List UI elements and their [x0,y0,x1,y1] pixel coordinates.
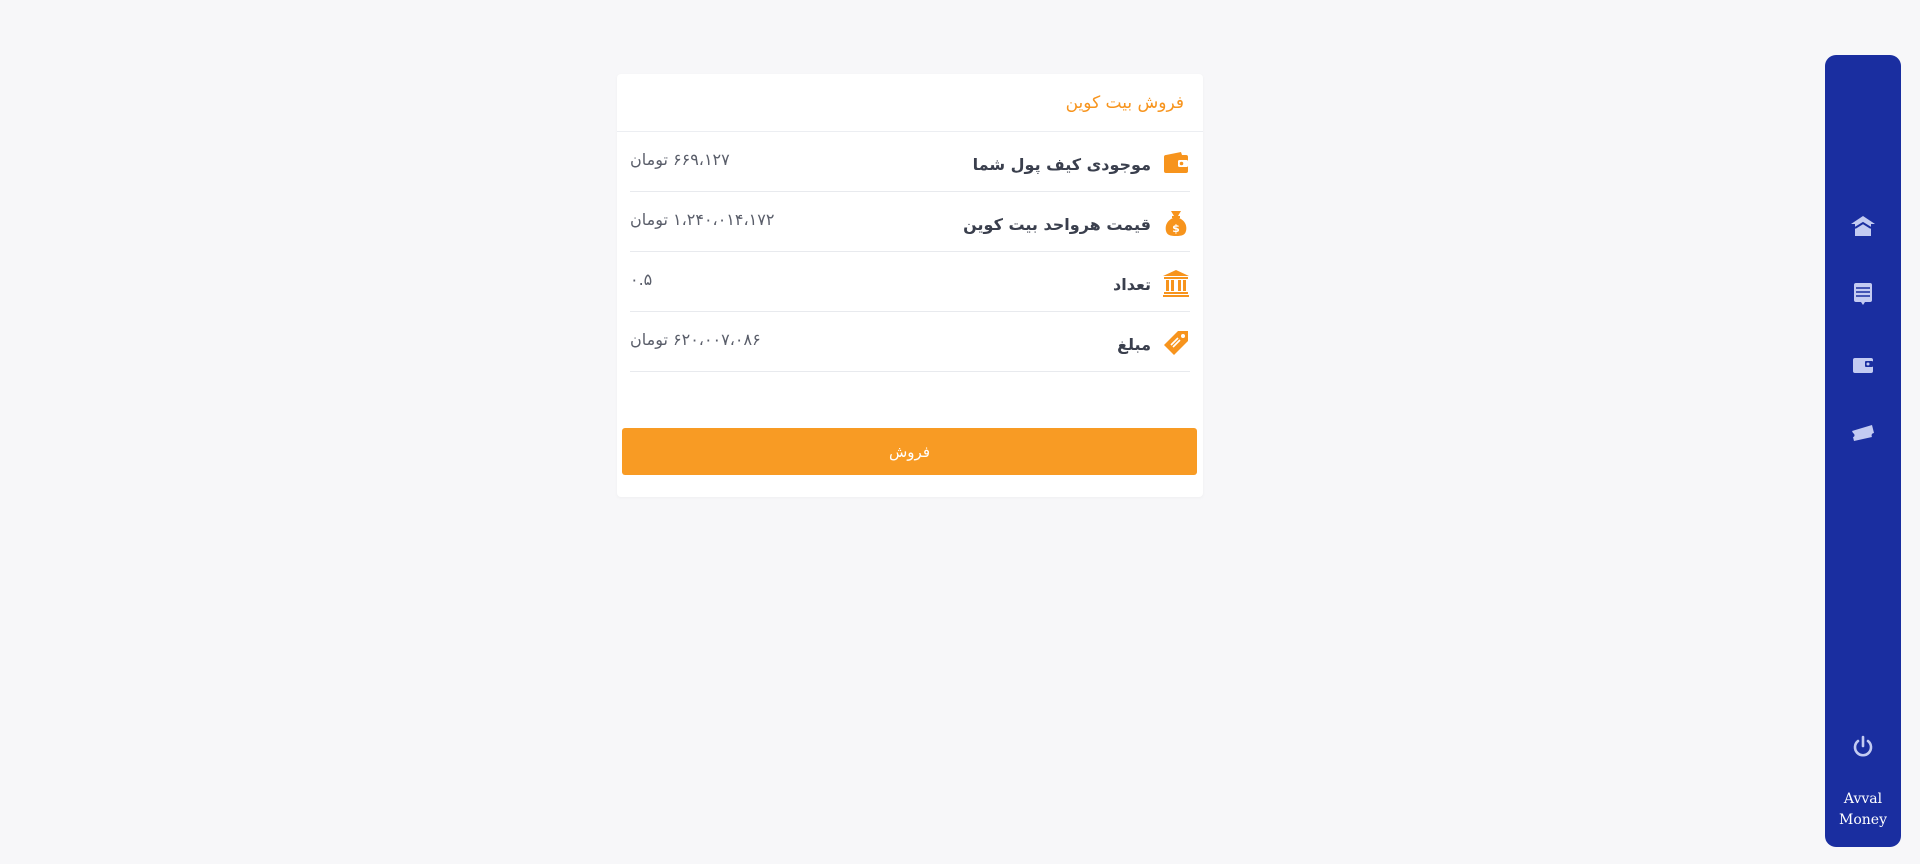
sidebar-item-home[interactable] [1849,214,1877,242]
brand-line-1: Avval [1843,791,1883,807]
unit-price-value: ۱،۲۴۰،۰۱۴،۱۷۲ تومان [630,210,775,229]
wallet-balance-value: ۶۶۹،۱۲۷ تومان [630,150,730,169]
power-icon [1852,735,1874,761]
svg-text:$: $ [1172,222,1180,235]
brand-name: Avval Money [1825,789,1901,831]
sell-bitcoin-card: فروش بیت کوین موجودی کیف پول شما ۶۶۹،۱۲۷… [617,74,1203,497]
wallet-balance-row: موجودی کیف پول شما ۶۶۹،۱۲۷ تومان [630,132,1190,192]
amount-value: ۶۲۰،۰۰۷،۰۸۶ تومان [630,330,761,349]
list-icon [1853,282,1873,310]
logout-button[interactable] [1849,734,1877,762]
unit-price-label: قیمت هرواحد بیت کوین [963,215,1151,234]
wallet-icon [1162,149,1190,177]
unit-price-row: $ قیمت هرواحد بیت کوین ۱،۲۴۰،۰۱۴،۱۷۲ توم… [630,192,1190,252]
card-header: فروش بیت کوین [617,74,1203,132]
home-icon [1850,215,1876,241]
ticket-icon [1850,423,1876,447]
sell-button[interactable]: فروش [622,428,1197,475]
details-list: موجودی کیف پول شما ۶۶۹،۱۲۷ تومان $ قیمت … [617,132,1203,372]
sidebar-item-ticket[interactable] [1849,421,1877,449]
brand-line-2: Money [1839,812,1887,828]
sidebar-item-list[interactable] [1849,282,1877,310]
bank-icon [1162,269,1190,297]
sidebar: Avval Money [1825,55,1901,847]
money-bag-icon: $ [1162,209,1190,237]
quantity-label: تعداد [1113,275,1151,294]
amount-row: مبلغ ۶۲۰،۰۰۷،۰۸۶ تومان [630,312,1190,372]
quantity-row: تعداد ۰.۵ [630,252,1190,312]
price-tag-icon [1162,329,1190,357]
amount-label: مبلغ [1117,335,1151,354]
card-title: فروش بیت کوین [1065,92,1184,113]
sidebar-item-wallet[interactable] [1849,352,1877,380]
wallet-icon [1852,355,1874,378]
quantity-value: ۰.۵ [630,270,653,289]
wallet-balance-label: موجودی کیف پول شما [972,155,1151,174]
